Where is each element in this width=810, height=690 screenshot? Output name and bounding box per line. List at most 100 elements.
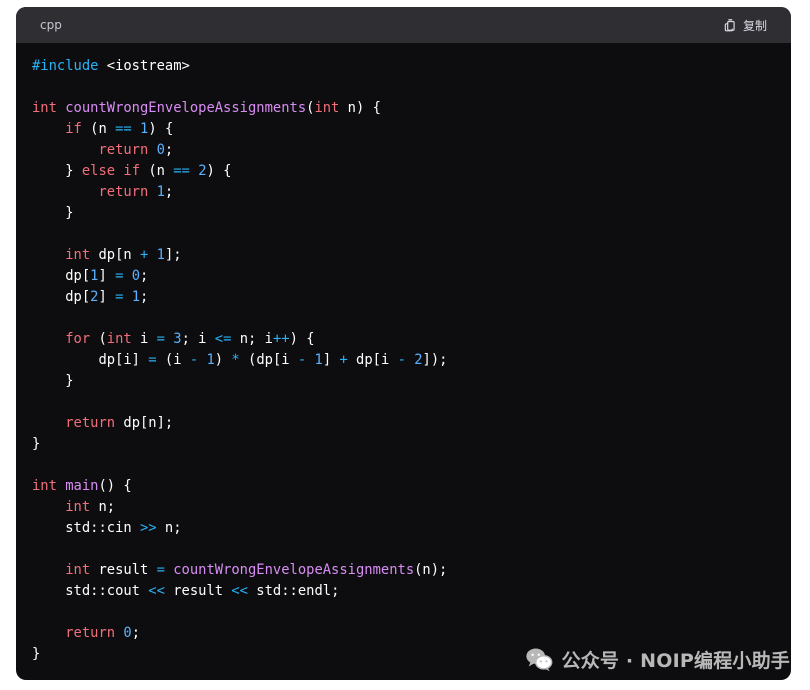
code-token: (	[90, 331, 107, 347]
code-line: ​	[32, 392, 775, 413]
code-token: return	[98, 142, 149, 158]
code-token: dp[i	[347, 352, 398, 368]
code-token: <iostream>	[106, 58, 190, 74]
code-content[interactable]: #include <iostream>​int countWrongEnvelo…	[32, 56, 775, 665]
code-token: }	[32, 163, 82, 179]
code-token: 3	[173, 331, 182, 347]
code-line: ​	[32, 308, 775, 329]
code-token: }	[32, 646, 41, 662]
code-token: ==	[173, 163, 190, 179]
code-token: int	[32, 100, 57, 116]
code-token: int	[65, 247, 91, 263]
code-token: 1	[314, 352, 323, 368]
code-token: return	[98, 184, 149, 200]
code-token: dp[	[32, 268, 91, 284]
code-token: -	[397, 352, 406, 368]
code-token: int	[65, 499, 91, 515]
code-token: =	[156, 331, 165, 347]
code-line: int main() {	[32, 476, 775, 497]
code-line: } else if (n == 2) {	[32, 161, 775, 182]
code-token: 1	[156, 247, 165, 263]
code-line: dp[i] = (i - 1) * (dp[i - 1] + dp[i - 2]…	[32, 350, 775, 371]
code-line: }	[32, 434, 775, 455]
code-line: ​	[32, 602, 775, 623]
code-token: (dp[i	[239, 352, 298, 368]
code-token: result	[90, 562, 157, 578]
code-token: std::endl;	[248, 583, 340, 599]
code-line: for (int i = 3; i <= n; i++) {	[32, 329, 775, 350]
watermark-text: 公众号 · NOIP编程小助手	[561, 649, 790, 672]
code-token: () {	[98, 478, 132, 494]
code-token: ]	[322, 352, 340, 368]
code-token: }	[32, 436, 41, 452]
code-line: int countWrongEnvelopeAssignments(int n)…	[32, 98, 775, 119]
code-token: std::cout	[32, 583, 149, 599]
code-line: ​	[32, 224, 775, 245]
code-token: ;	[140, 268, 149, 284]
code-token: *	[231, 352, 240, 368]
code-token: (n);	[414, 562, 448, 578]
code-token: n; i	[231, 331, 273, 347]
code-token: <<	[148, 583, 165, 599]
code-line: dp[1] = 0;	[32, 266, 775, 287]
code-token: if	[65, 121, 82, 137]
code-token: -	[189, 352, 199, 368]
code-token: std::cin	[32, 520, 140, 536]
code-token: int	[314, 100, 340, 116]
code-token: n;	[90, 499, 116, 515]
code-token: dp[n	[90, 247, 140, 263]
code-token: }	[32, 373, 74, 389]
code-token: ) {	[148, 121, 174, 137]
copy-button[interactable]: 复制	[723, 17, 767, 34]
code-token: ];	[164, 247, 182, 263]
code-token: )	[214, 352, 232, 368]
code-token: ]	[98, 289, 116, 305]
code-token: ]	[98, 268, 116, 284]
code-line: return 0;	[32, 623, 775, 644]
code-token: main	[65, 478, 99, 494]
code-token: if	[123, 163, 141, 179]
code-token: countWrongEnvelopeAssignments	[173, 562, 415, 578]
code-token: (i	[156, 352, 190, 368]
code-token: ) {	[289, 331, 315, 347]
code-token: n) {	[339, 100, 381, 116]
code-token: for	[65, 331, 91, 347]
code-token: 1	[156, 184, 165, 200]
code-line: std::cout << result << std::endl;	[32, 581, 775, 602]
code-token: +	[339, 352, 348, 368]
code-line: return 1;	[32, 182, 775, 203]
code-block: cpp 复制 #include <iostream>​int countWron…	[16, 7, 791, 680]
code-token: -	[297, 352, 307, 368]
code-line: }	[32, 203, 775, 224]
code-line: dp[2] = 1;	[32, 287, 775, 308]
code-line: return dp[n];	[32, 413, 775, 434]
code-token: ++	[272, 331, 290, 347]
code-body: #include <iostream>​int countWrongEnvelo…	[16, 43, 791, 665]
copy-icon	[723, 18, 737, 32]
code-line: if (n == 1) {	[32, 119, 775, 140]
code-token: dp[	[32, 289, 91, 305]
code-token: ;	[131, 625, 141, 641]
code-token: 0	[123, 625, 132, 641]
code-token: countWrongEnvelopeAssignments	[65, 100, 307, 116]
code-token: (n	[140, 163, 174, 179]
